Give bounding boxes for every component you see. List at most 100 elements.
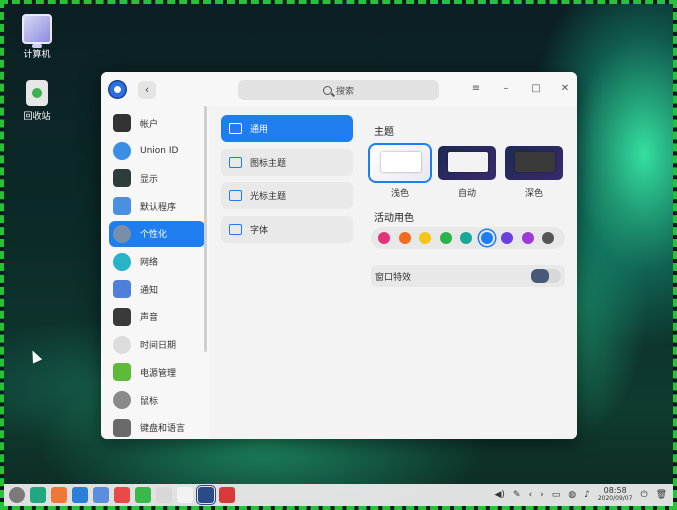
toggle-knob xyxy=(531,269,549,283)
submenu-item-label: 通用 xyxy=(250,125,269,135)
notification-icon xyxy=(113,280,131,299)
launcher-icon[interactable] xyxy=(9,487,25,503)
sidebar-item-label: 显示 xyxy=(140,174,159,185)
sidebar-item-account[interactable]: 帐户 xyxy=(109,110,205,136)
theme-section-title: 主题 xyxy=(374,127,394,138)
theme-option-card[interactable] xyxy=(505,146,563,180)
sidebar-item-label: 通知 xyxy=(140,285,159,296)
file-manager-icon[interactable] xyxy=(51,487,67,503)
icon-theme-icon xyxy=(229,156,242,168)
multitask-icon[interactable] xyxy=(30,487,46,503)
submenu-item-label: 图标主题 xyxy=(250,158,287,169)
theme-option-card[interactable] xyxy=(438,146,496,180)
cursor-theme-icon xyxy=(229,190,242,201)
minimize-button[interactable]: – xyxy=(499,82,513,96)
screenshot-icon[interactable] xyxy=(219,487,235,503)
personalization-submenu: 通用图标主题光标主题字体 xyxy=(215,106,359,439)
sidebar-item-mouse[interactable]: 鼠标 xyxy=(109,387,205,413)
display-icon xyxy=(113,169,131,188)
control-center-icon[interactable] xyxy=(196,485,216,505)
pen-icon[interactable]: ✎ xyxy=(513,490,521,500)
accent-color-swatch[interactable] xyxy=(521,232,534,244)
volume-icon[interactable]: ◀) xyxy=(495,490,505,500)
sound-icon xyxy=(113,307,131,326)
sidebar-item-label: 声音 xyxy=(140,313,159,324)
submenu-item-cursor-theme[interactable]: 光标主题 xyxy=(221,182,353,209)
right-arrow-icon[interactable]: › xyxy=(540,490,544,500)
control-center-window: ‹ 搜索 ≡ – □ ✕ 帐户 Union ID 显示默认程序个性化网络通知声音时间… xyxy=(101,72,577,439)
search-input[interactable]: 搜索 xyxy=(238,80,439,100)
window-effects-toggle[interactable] xyxy=(531,269,561,283)
sidebar-item-label: 键盘和语言 xyxy=(140,424,186,435)
system-tray: ◀) ✎ ‹ › ▭ ◍ ♪ 08:58 2020/09/07 ⏻ 🗑 xyxy=(495,486,667,504)
back-button[interactable]: ‹ xyxy=(138,81,156,99)
computer-icon xyxy=(22,14,52,48)
document-icon[interactable] xyxy=(156,487,172,503)
search-placeholder: 搜索 xyxy=(335,86,354,97)
display-tray-icon[interactable]: ▭ xyxy=(552,490,561,500)
sidebar-item-display[interactable]: 显示 xyxy=(109,165,205,191)
desktop-icon-trash[interactable]: 回收站 xyxy=(12,80,62,122)
trash-tray-icon[interactable]: 🗑 xyxy=(656,490,667,500)
clock[interactable]: 08:58 2020/09/07 xyxy=(598,487,633,503)
submenu-item-font[interactable]: 字体 xyxy=(221,215,353,243)
close-button[interactable]: ✕ xyxy=(558,82,572,96)
sidebar-item-keyboard[interactable]: 键盘和语言 xyxy=(109,415,205,439)
desktop-icon-computer[interactable]: 计算机 xyxy=(12,14,62,60)
accent-color-swatch[interactable] xyxy=(419,232,431,244)
accent-color-picker xyxy=(371,227,565,249)
accent-color-swatch[interactable] xyxy=(439,232,452,244)
theme-option-label: 自动 xyxy=(457,189,476,199)
submenu-item-label: 光标主题 xyxy=(250,192,287,202)
sidebar-item-personalization[interactable]: 个性化 xyxy=(109,220,205,247)
accent-color-swatch[interactable] xyxy=(460,232,472,244)
clock-icon xyxy=(113,335,131,354)
sidebar-item-power[interactable]: 电源管理 xyxy=(109,359,205,385)
calendar-icon[interactable] xyxy=(177,487,193,503)
sidebar-item-label: 网络 xyxy=(140,258,159,268)
notification-bell-icon[interactable]: ♪ xyxy=(584,490,590,500)
default-apps-icon xyxy=(113,197,131,216)
sidebar-item-label: 电源管理 xyxy=(140,368,177,379)
app-store-icon[interactable] xyxy=(72,487,88,503)
sidebar-item-default-apps[interactable]: 默认程序 xyxy=(109,193,205,219)
menu-button[interactable]: ≡ xyxy=(469,82,483,96)
sidebar-item-label: 时间日期 xyxy=(140,341,177,352)
accent-color-swatch[interactable] xyxy=(480,232,493,244)
left-arrow-icon[interactable]: ‹ xyxy=(529,490,533,500)
sidebar-item-cloud[interactable]: Union ID xyxy=(109,138,205,164)
sidebar-scrollbar[interactable] xyxy=(204,106,207,352)
accent-color-swatch[interactable] xyxy=(378,232,390,244)
sidebar-item-label: Union ID xyxy=(140,145,179,156)
theme-option-card[interactable] xyxy=(368,143,432,183)
submenu-item-general[interactable]: 通用 xyxy=(221,115,353,142)
desktop: 计算机 回收站 ‹ 搜索 ≡ – □ ✕ 帐户 Union ID 显示默认程序个性化… xyxy=(4,4,673,506)
accent-color-swatch[interactable] xyxy=(542,232,554,244)
photos-icon[interactable] xyxy=(114,487,130,503)
general-settings-panel: 主题 浅色 自动 深色 活动用色 窗口特效 xyxy=(363,106,577,439)
accent-color-section-title: 活动用色 xyxy=(374,213,414,224)
theme-option-label: 浅色 xyxy=(390,189,409,199)
submenu-item-icon-theme[interactable]: 图标主题 xyxy=(221,148,353,176)
sidebar-item-notification[interactable]: 通知 xyxy=(109,276,205,302)
network-tray-icon[interactable]: ◍ xyxy=(568,490,576,500)
power-icon[interactable]: ⏻ xyxy=(640,490,647,500)
accent-color-swatch[interactable] xyxy=(501,232,513,244)
sidebar-item-network[interactable]: 网络 xyxy=(109,249,205,275)
submenu-item-label: 字体 xyxy=(250,225,269,236)
font-icon xyxy=(229,223,242,235)
sidebar-item-clock[interactable]: 时间日期 xyxy=(109,332,205,358)
sidebar-item-label: 默认程序 xyxy=(140,202,177,213)
trash-icon xyxy=(26,80,48,106)
browser-icon[interactable] xyxy=(93,487,109,503)
taskbar: ◀) ✎ ‹ › ▭ ◍ ♪ 08:58 2020/09/07 ⏻ 🗑 xyxy=(4,484,673,506)
sidebar-item-sound[interactable]: 声音 xyxy=(109,304,205,330)
mouse-icon xyxy=(113,391,131,409)
theme-preview-window xyxy=(381,152,421,172)
music-icon[interactable] xyxy=(135,487,151,503)
control-center-logo-icon xyxy=(108,80,127,99)
maximize-button[interactable]: □ xyxy=(529,82,543,96)
mouse-pointer-icon xyxy=(27,348,43,364)
keyboard-icon xyxy=(113,418,131,437)
accent-color-swatch[interactable] xyxy=(398,232,411,244)
